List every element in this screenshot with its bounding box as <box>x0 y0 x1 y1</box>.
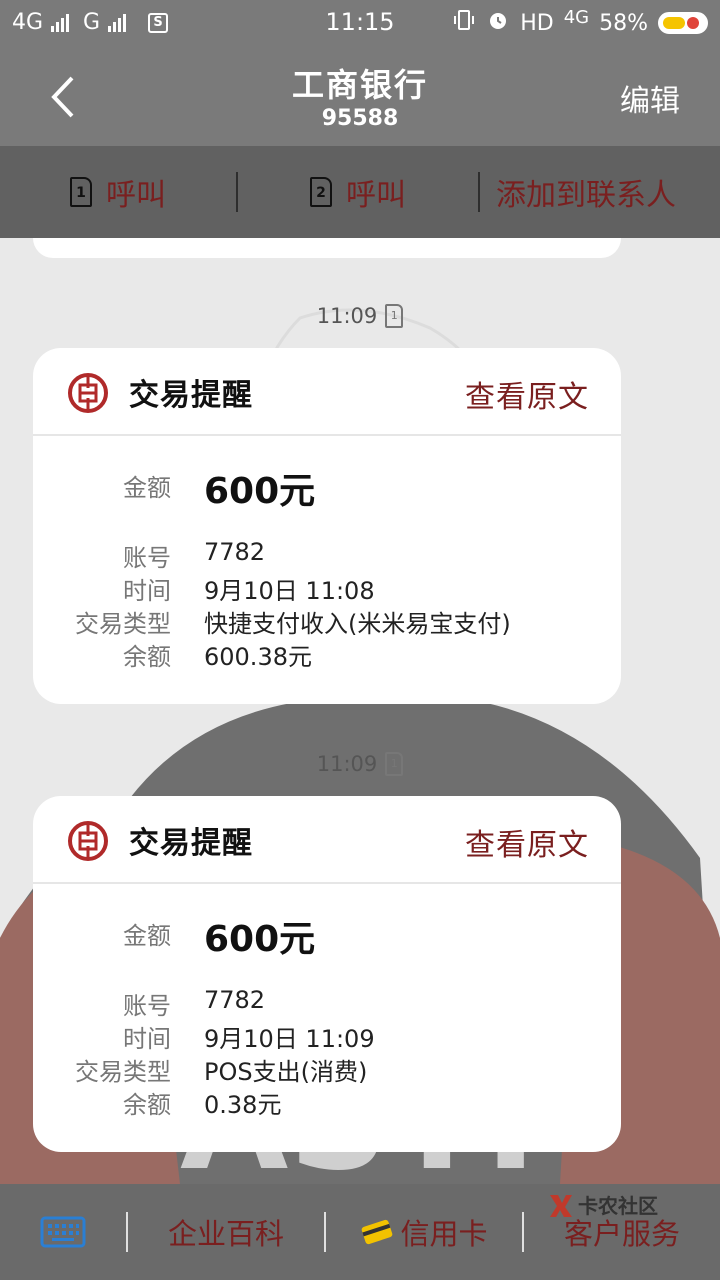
type-value: 快捷支付收入(米米易宝支付) <box>204 610 511 638</box>
call-sim2-label: 呼叫 <box>346 178 406 213</box>
watermark-logo-icon <box>550 1194 572 1217</box>
menu-credit-card-label: 信用卡 <box>400 1217 488 1251</box>
sim1-icon: 1 <box>70 177 92 207</box>
type-value: POS支出(消费) <box>204 1058 368 1086</box>
call-sim1-button[interactable]: 1 呼叫 <box>0 146 236 238</box>
watermark: 卡农社区 <box>546 1190 658 1219</box>
battery-percent: 58% <box>599 10 648 36</box>
status-bar: 4G G S 11:15 HD 4G 58% <box>0 0 720 48</box>
data-network-label: 4G <box>563 6 590 28</box>
card-title: 交易提醒 <box>129 826 253 861</box>
vibrate-icon <box>452 8 476 38</box>
balance-value: 0.38元 <box>204 1091 282 1119</box>
timestamp-text: 11:09 <box>316 752 378 776</box>
header: 工商银行 95588 编辑 <box>0 48 720 146</box>
status-icons: HD 4G 58% <box>452 6 708 38</box>
hd-label: HD <box>520 10 554 36</box>
view-original-link[interactable]: 查看原文 <box>465 820 589 864</box>
phone-number: 95588 <box>321 106 399 131</box>
battery-icon <box>658 12 708 34</box>
time-value: 9月10日 11:09 <box>204 1025 375 1053</box>
message-timestamp: 11:09 1 <box>0 304 720 328</box>
keyboard-icon <box>40 1216 86 1248</box>
add-contact-button[interactable]: 添加到联系人 <box>480 146 720 238</box>
menu-enterprise-wiki-label: 企业百科 <box>167 1217 284 1251</box>
view-original-link[interactable]: 查看原文 <box>465 372 589 416</box>
credit-card-icon <box>362 1219 393 1245</box>
amount-value: 600元 <box>204 471 316 512</box>
card-title: 交易提醒 <box>129 378 253 413</box>
time-label: 时间 <box>123 577 171 605</box>
message-timestamp: 11:09 1 <box>0 752 720 776</box>
amount-label: 金额 <box>123 474 171 502</box>
call-sim2-button[interactable]: 2 呼叫 <box>238 146 478 238</box>
time-label: 时间 <box>123 1025 171 1053</box>
time-value: 9月10日 11:08 <box>204 577 375 605</box>
icbc-logo-icon <box>68 373 108 413</box>
account-value: 7782 <box>204 986 266 1014</box>
amount-value: 600元 <box>204 919 316 960</box>
sim2-icon: 2 <box>310 177 332 207</box>
call-sim1-label: 呼叫 <box>106 178 166 213</box>
page-title: 工商银行 <box>291 66 428 104</box>
timestamp-text: 11:09 <box>316 304 378 328</box>
add-contact-label: 添加到联系人 <box>496 178 676 213</box>
amount-label: 金额 <box>123 922 171 950</box>
account-value: 7782 <box>204 538 266 566</box>
card-header: 交易提醒 查看原文 <box>33 796 621 884</box>
account-label: 账号 <box>123 992 171 1020</box>
menu-credit-card[interactable]: 信用卡 <box>326 1184 522 1280</box>
type-label: 交易类型 <box>75 610 171 638</box>
balance-value: 600.38元 <box>204 643 312 671</box>
action-bar: 1 呼叫 2 呼叫 添加到联系人 <box>0 146 720 238</box>
account-label: 账号 <box>123 544 171 572</box>
transaction-card[interactable]: 交易提醒 查看原文 金额 600元 账号 7782 时间 9月10日 11:08… <box>33 348 621 704</box>
type-label: 交易类型 <box>75 1058 171 1086</box>
icbc-logo-icon <box>68 821 108 861</box>
alarm-icon <box>486 8 510 38</box>
watermark-text: 卡农社区 <box>578 1194 658 1218</box>
balance-label: 余额 <box>123 643 171 671</box>
sim-icon: 1 <box>385 752 404 776</box>
card-header: 交易提醒 查看原文 <box>33 348 621 436</box>
balance-label: 余额 <box>123 1091 171 1119</box>
keyboard-toggle-button[interactable] <box>0 1216 126 1248</box>
transaction-card[interactable]: 交易提醒 查看原文 金额 600元 账号 7782 时间 9月10日 11:09… <box>33 796 621 1152</box>
menu-enterprise-wiki[interactable]: 企业百科 <box>128 1184 324 1280</box>
sim-icon: 1 <box>385 304 404 328</box>
edit-button[interactable]: 编辑 <box>620 76 680 120</box>
message-list[interactable]: 11:09 1 交易提醒 查看原文 金额 600元 账号 7782 时间 9月1… <box>0 218 720 1184</box>
